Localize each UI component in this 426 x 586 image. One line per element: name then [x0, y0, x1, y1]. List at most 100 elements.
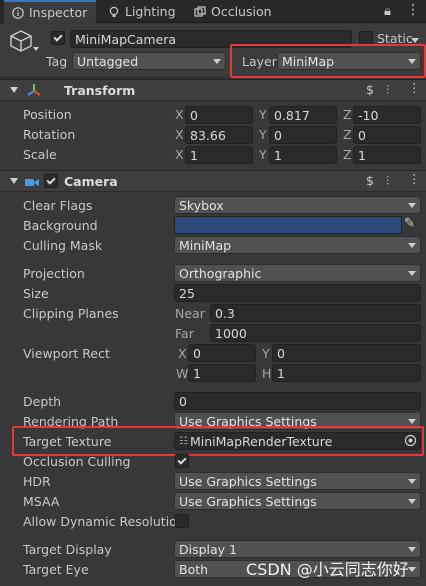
tab-occlusion[interactable]: Occlusion — [186, 0, 290, 23]
background-color-swatch[interactable] — [174, 216, 402, 234]
target-eye-label: Target Eye — [23, 562, 89, 577]
tag-value: Untagged — [77, 53, 139, 69]
culling-mask-label: Culling Mask — [23, 238, 103, 253]
lock-icon[interactable]: 🔒︎ — [384, 4, 391, 19]
caret-icon — [408, 546, 416, 552]
viewport-rect-label: Viewport Rect — [23, 346, 110, 361]
component-menu-icon[interactable]: ⋮ — [408, 171, 421, 186]
caret-icon — [408, 202, 416, 208]
active-checkbox[interactable] — [51, 31, 65, 45]
viewport-h-label: H — [262, 366, 272, 381]
x-axis-label: X — [175, 147, 184, 162]
target-eye-value: Both — [179, 561, 209, 577]
camera-title: Camera — [64, 174, 118, 189]
dynamic-resolution-label: Allow Dynamic Resolution — [23, 514, 185, 529]
help-icon[interactable]: $ — [366, 82, 374, 97]
tab-label: Lighting — [125, 4, 176, 19]
depth-input[interactable]: 0 — [174, 392, 421, 410]
target-texture-highlight-box — [12, 426, 424, 456]
preset-sliders-icon[interactable]: ⫶ — [386, 82, 389, 98]
clear-flags-label: Clear Flags — [23, 198, 93, 213]
tab-inspector[interactable]: Inspector — [4, 0, 96, 23]
foldout-arrow-icon[interactable] — [10, 87, 18, 93]
viewport-x-input[interactable]: 0 — [188, 344, 256, 362]
occlusion-culling-checkbox[interactable] — [175, 454, 189, 468]
tag-label: Tag — [46, 54, 68, 69]
preset-sliders-icon[interactable]: ⫶ — [386, 173, 389, 189]
watermark-text: CSDN @小云同志你好 — [246, 560, 409, 579]
hdr-dropdown[interactable]: Use Graphics Settings — [174, 472, 421, 490]
culling-mask-value: MiniMap — [179, 237, 232, 253]
occlusion-icon — [194, 5, 206, 18]
y-axis-label: Y — [259, 147, 267, 162]
scale-z-input[interactable]: 1 — [353, 146, 421, 164]
caret-icon — [408, 242, 416, 248]
bulb-icon — [108, 6, 120, 18]
projection-dropdown[interactable]: Orthographic — [174, 264, 421, 282]
icon-dropdown-caret[interactable] — [33, 47, 39, 51]
occlusion-culling-label: Occlusion Culling — [23, 454, 131, 469]
clear-flags-value: Skybox — [179, 197, 224, 213]
rotation-x-input[interactable]: 83.66 — [185, 126, 253, 144]
scale-y-input[interactable]: 1 — [269, 146, 337, 164]
caret-icon — [408, 478, 416, 484]
clear-flags-dropdown[interactable]: Skybox — [174, 196, 421, 214]
msaa-label: MSAA — [23, 494, 60, 509]
culling-mask-dropdown[interactable]: MiniMap — [174, 236, 421, 254]
dynamic-resolution-checkbox[interactable] — [175, 514, 189, 528]
caret-icon — [408, 498, 416, 504]
eyedropper-icon[interactable]: ✎ — [404, 216, 415, 231]
size-label: Size — [23, 286, 49, 301]
layer-highlight-box — [230, 44, 426, 78]
static-checkbox[interactable] — [359, 31, 373, 45]
position-label: Position — [23, 107, 72, 122]
z-axis-label: Z — [343, 127, 352, 142]
caret-icon — [408, 566, 416, 572]
rotation-label: Rotation — [23, 127, 76, 142]
component-menu-icon[interactable]: ⋮ — [408, 80, 421, 95]
viewport-w-label: W — [176, 366, 189, 381]
near-clip-input[interactable]: 0.3 — [210, 304, 421, 322]
transform-title: Transform — [64, 83, 136, 98]
foldout-arrow-icon[interactable] — [10, 178, 18, 184]
y-axis-label: Y — [259, 107, 267, 122]
depth-label: Depth — [23, 394, 62, 409]
viewport-y-input[interactable]: 0 — [272, 344, 421, 362]
tab-label: Inspector — [29, 5, 88, 20]
help-icon[interactable]: $ — [366, 173, 374, 188]
position-y-input[interactable]: 0.817 — [269, 106, 337, 124]
transform-axes-icon — [26, 82, 42, 101]
viewport-w-input[interactable]: 1 — [188, 364, 256, 382]
x-axis-label: X — [175, 107, 184, 122]
scale-x-input[interactable]: 1 — [185, 146, 253, 164]
scale-label: Scale — [23, 147, 57, 162]
more-menu-icon[interactable]: ⋮ — [406, 2, 420, 18]
far-clip-input[interactable]: 1000 — [210, 324, 421, 342]
viewport-y-label: Y — [262, 346, 270, 361]
info-icon — [12, 6, 24, 19]
clipping-planes-label: Clipping Planes — [23, 306, 119, 321]
caret-icon — [408, 418, 416, 424]
static-dropdown-caret[interactable] — [411, 38, 419, 43]
y-axis-label: Y — [259, 127, 267, 142]
msaa-value: Use Graphics Settings — [179, 493, 317, 509]
size-input[interactable]: 25 — [174, 284, 421, 302]
rotation-y-input[interactable]: 0 — [269, 126, 337, 144]
z-axis-label: Z — [343, 147, 352, 162]
background-label: Background — [23, 218, 98, 233]
msaa-dropdown[interactable]: Use Graphics Settings — [174, 492, 421, 510]
tab-lighting[interactable]: Lighting — [100, 0, 192, 23]
viewport-h-input[interactable]: 1 — [272, 364, 421, 382]
camera-enabled-checkbox[interactable] — [44, 174, 58, 188]
target-display-value: Display 1 — [179, 541, 238, 557]
gameobject-cube-icon — [8, 28, 34, 57]
hdr-value: Use Graphics Settings — [179, 473, 317, 489]
tag-dropdown[interactable]: Untagged — [72, 52, 226, 70]
near-label: Near — [175, 306, 205, 321]
viewport-x-label: X — [178, 346, 187, 361]
position-x-input[interactable]: 0 — [185, 106, 253, 124]
hdr-label: HDR — [23, 474, 51, 489]
position-z-input[interactable]: -10 — [353, 106, 421, 124]
rotation-z-input[interactable]: 0 — [353, 126, 421, 144]
caret-icon — [408, 270, 416, 276]
